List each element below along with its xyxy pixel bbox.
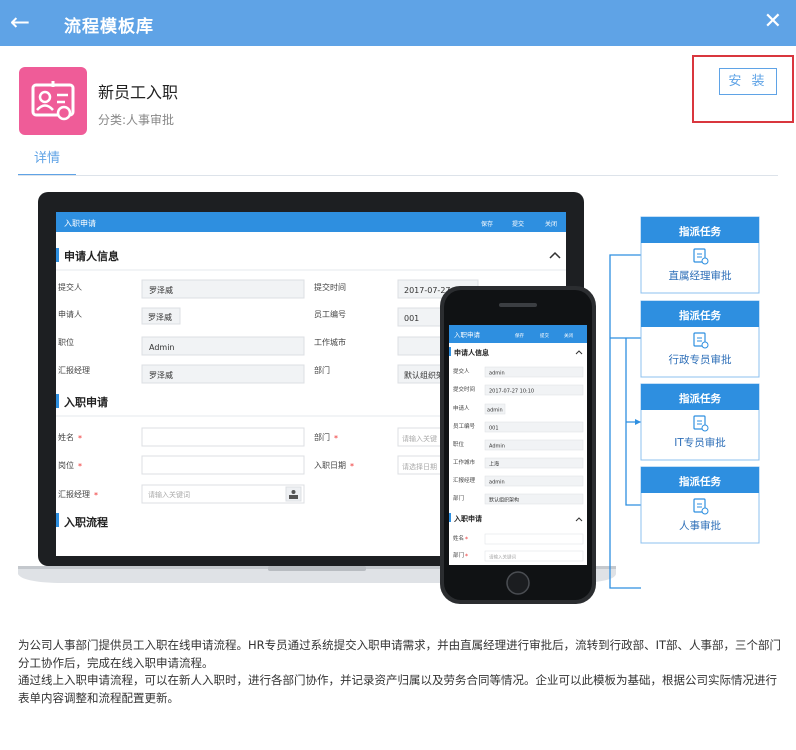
tab-divider [18, 175, 778, 176]
p-label-applicant: 申请人 [453, 404, 470, 412]
template-preview-illustration: 入职申请 保存 提交 关闭 申请人信息 提交人 罗泽威 提交时间 2017-07… [18, 192, 760, 604]
d-label-dept: 部门 [314, 365, 330, 375]
d-placeholder-manager2: 请输入关键词 [148, 490, 190, 499]
svg-text:*: * [94, 491, 98, 500]
description-paragraph-1: 为公司人事部门提供员工入职在线申请流程。HR专员通过系统提交入职申请需求，并由直… [18, 638, 782, 670]
d-label-manager2: 汇报经理 [58, 489, 90, 499]
p-label-emp-no: 员工编号 [453, 422, 476, 430]
d-label-post: 岗位 [58, 460, 74, 470]
phone-submit: 提交 [540, 332, 549, 339]
svg-text:*: * [334, 434, 338, 443]
d-label-position: 职位 [58, 337, 74, 347]
d-value-applicant: 罗泽威 [148, 312, 172, 322]
p-value-submitter: admin [489, 371, 505, 377]
flow-task-label: 指派任务 [679, 225, 721, 238]
p-value-submit-time: 2017-07-27 10:10 [489, 389, 534, 395]
flow-step: 指派任务直属经理审批 [640, 216, 760, 294]
p-label-city: 工作城市 [453, 458, 476, 466]
phone-section2: 入职申请 [453, 514, 482, 523]
flow-step: 指派任务行政专员审批 [640, 300, 760, 378]
p-value-applicant: admin [487, 408, 503, 414]
install-button[interactable]: 安 装 [719, 68, 777, 95]
d-label-applicant: 申请人 [58, 309, 82, 319]
p-label-name: 姓名 [453, 534, 464, 542]
d-value-submitter: 罗泽威 [149, 285, 173, 295]
d-label-city: 工作城市 [314, 337, 346, 347]
p-label-manager: 汇报经理 [453, 476, 476, 484]
flow-task-label: 指派任务 [679, 309, 721, 322]
desktop-section3: 入职流程 [64, 515, 108, 529]
d-label-submitter: 提交人 [58, 282, 82, 292]
d-value-dept: 默认组织架 [404, 370, 444, 380]
flow-task-label: 指派任务 [679, 475, 721, 488]
p-value-position: Admin [489, 444, 505, 450]
p-value-dept: 默认组织架构 [489, 497, 519, 504]
d-placeholder-join-date: 请选择日期 [402, 462, 437, 471]
svg-text:*: * [465, 536, 468, 543]
d-label-dept2: 部门 [314, 432, 330, 442]
p-label-dept2: 部门 [453, 551, 464, 559]
desktop-close: 关闭 [545, 220, 557, 228]
close-icon[interactable]: ✕ [764, 9, 782, 35]
d-label-manager: 汇报经理 [58, 365, 90, 375]
flow-step-name: 人事审批 [679, 519, 721, 532]
desktop-form-title: 入职申请 [64, 218, 96, 228]
d-label-name: 姓名 [58, 432, 74, 442]
svg-text:*: * [78, 462, 82, 471]
desktop-section2: 入职申请 [64, 395, 108, 409]
arrow-left-icon[interactable]: ← [10, 8, 30, 36]
employee-card-icon [19, 67, 87, 135]
svg-text:*: * [78, 434, 82, 443]
p-value-manager: admin [489, 480, 505, 486]
p-label-position: 职位 [453, 440, 465, 448]
app-category: 分类:人事审批 [98, 113, 175, 127]
page-title: 流程模板库 [64, 17, 154, 37]
svg-text:*: * [350, 462, 354, 471]
svg-text:*: * [465, 553, 468, 560]
flow-step-name: 行政专员审批 [669, 353, 732, 366]
d-label-submit-time: 提交时间 [314, 282, 346, 292]
tab-details[interactable]: 详情 [18, 148, 76, 176]
d-value-manager: 罗泽威 [149, 370, 173, 380]
phone-section1: 申请人信息 [454, 348, 489, 357]
flow-step-name: 直属经理审批 [669, 269, 732, 282]
desktop-section1: 申请人信息 [64, 249, 119, 263]
top-bar: ← 流程模板库 ✕ [0, 0, 796, 46]
d-label-emp-no: 员工编号 [314, 309, 346, 319]
p-value-city: 上海 [489, 461, 499, 468]
app-name: 新员工入职 [98, 83, 179, 102]
p-placeholder-dept2: 请输入关键词 [489, 554, 516, 561]
desktop-submit: 提交 [512, 220, 524, 228]
d-value-position: Admin [149, 343, 175, 352]
d-value-emp-no: 001 [404, 314, 419, 323]
template-description: 为公司人事部门提供员工入职在线申请流程。HR专员通过系统提交入职申请需求，并由直… [18, 637, 786, 707]
p-label-dept: 部门 [453, 494, 464, 502]
flow-step: 指派任务人事审批 [640, 466, 760, 544]
approval-flow-diagram: 指派任务直属经理审批指派任务行政专员审批指派任务IT专员审批指派任务人事审批 [609, 216, 760, 589]
phone-save: 保存 [515, 332, 524, 339]
p-label-submitter: 提交人 [453, 367, 470, 375]
desktop-save: 保存 [481, 220, 493, 228]
p-value-emp-no: 001 [489, 426, 499, 432]
phone-form-title: 入职申请 [454, 330, 481, 339]
p-label-submit-time: 提交时间 [453, 385, 475, 393]
phone-close: 关闭 [564, 332, 573, 339]
d-label-join-date: 入职日期 [314, 461, 346, 470]
flow-step-name: IT专员审批 [674, 436, 726, 449]
flow-step: 指派任务 IT专员审批 [640, 383, 760, 461]
flow-task-label: 指派任务 [679, 392, 721, 405]
description-paragraph-2: 通过线上入职申请流程，可以在新人入职时，进行各部门协作，并记录资产归属以及劳务合… [18, 673, 777, 705]
d-placeholder-dept2: 请输入关键 [402, 434, 437, 443]
